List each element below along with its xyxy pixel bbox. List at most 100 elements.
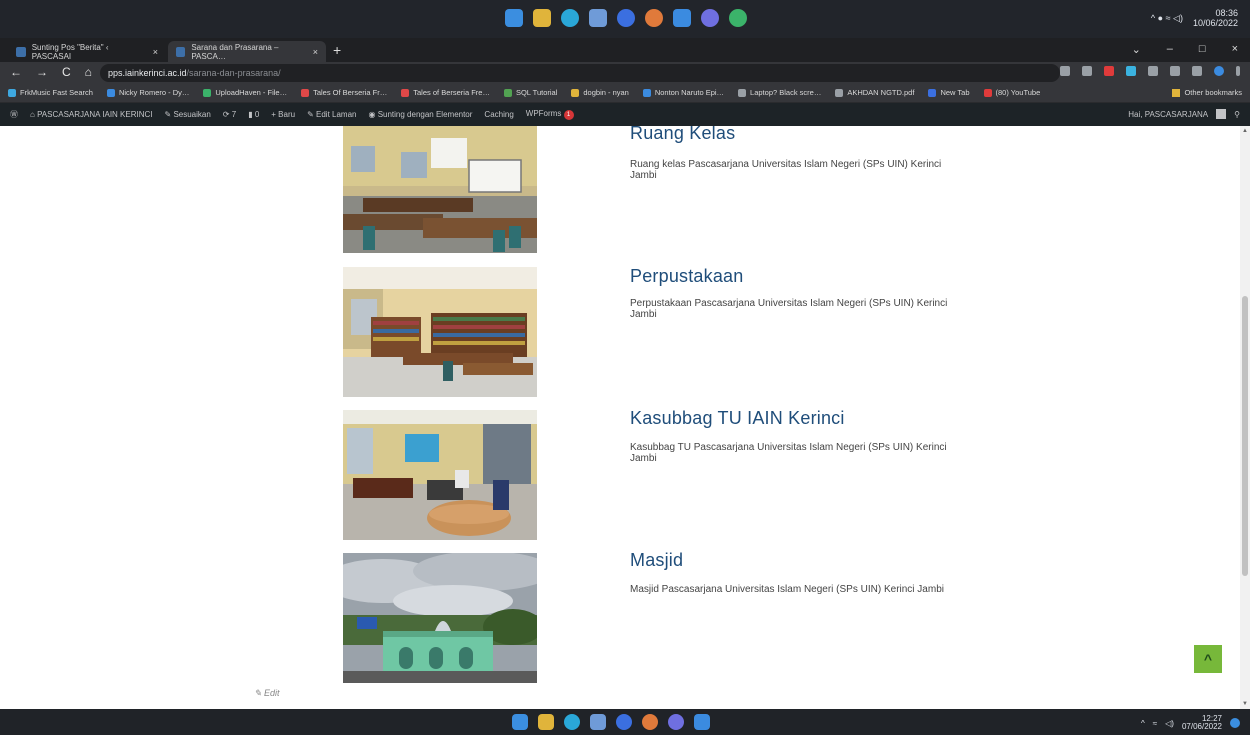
tab-close-icon[interactable]: × bbox=[153, 47, 158, 57]
edit-page-label: Edit Laman bbox=[316, 110, 357, 119]
bookmark-item[interactable]: AKHDAN NGTD.pdf bbox=[835, 88, 914, 97]
tray-chevron-icon[interactable]: ^ bbox=[1141, 719, 1145, 728]
bookmark-label: Laptop? Black scre… bbox=[750, 88, 822, 97]
vscode-icon[interactable] bbox=[694, 714, 710, 730]
home-button[interactable]: ⌂ bbox=[85, 65, 92, 79]
share-icon[interactable] bbox=[1060, 66, 1070, 76]
bookmark-item[interactable]: (80) YouTube bbox=[983, 88, 1040, 97]
tab-search-button[interactable]: ⌄ bbox=[1132, 43, 1141, 56]
discord-icon[interactable] bbox=[668, 714, 684, 730]
bookmark-favicon-icon bbox=[203, 88, 212, 97]
maximize-button[interactable]: □ bbox=[1199, 43, 1206, 56]
bookmark-item[interactable]: Tales Of Berseria Fr… bbox=[301, 88, 387, 97]
bookmark-item[interactable]: Nicky Romero - Dy… bbox=[106, 88, 189, 97]
bookmark-label: Tales Of Berseria Fr… bbox=[313, 88, 388, 97]
scroll-down-icon[interactable]: ▼ bbox=[1242, 701, 1248, 707]
tray-icons[interactable]: ^ ● ≈ ◁) bbox=[1151, 13, 1183, 24]
tab-sunting-pos[interactable]: Sunting Pos "Berita" ‹ PASCASAI × bbox=[8, 41, 166, 62]
network-icon[interactable]: ≈ bbox=[1153, 719, 1157, 728]
edge-icon[interactable] bbox=[564, 714, 580, 730]
caching-link[interactable]: Caching bbox=[484, 110, 513, 119]
edit-link[interactable]: ✎ Edit bbox=[254, 688, 280, 699]
url-path: /sarana-dan-prasarana/ bbox=[186, 68, 281, 78]
search-icon[interactable]: ⚲ bbox=[1234, 110, 1240, 119]
chrome-icon[interactable] bbox=[642, 714, 658, 730]
chrome-icon[interactable] bbox=[645, 9, 663, 27]
back-to-top-button[interactable]: ^ bbox=[1194, 645, 1222, 673]
notification-icon[interactable] bbox=[1230, 718, 1240, 728]
wordpress-logo-icon[interactable]: Ⓦ bbox=[10, 109, 18, 120]
star-icon[interactable] bbox=[1082, 66, 1092, 76]
facility-title: Masjid bbox=[630, 550, 684, 570]
vscode-icon[interactable] bbox=[673, 9, 691, 27]
avatar[interactable] bbox=[1216, 109, 1227, 119]
perpustakaan-photo bbox=[343, 267, 537, 397]
bookmark-item[interactable]: dogbin - nyan bbox=[571, 88, 629, 97]
volume-icon[interactable]: ◁) bbox=[1165, 719, 1174, 728]
extension-icon[interactable] bbox=[1148, 66, 1158, 76]
file-explorer-icon[interactable] bbox=[538, 714, 554, 730]
sidebar-icon[interactable] bbox=[1192, 66, 1202, 76]
other-bookmarks-label: Other bookmarks bbox=[1184, 88, 1242, 97]
discord-icon[interactable] bbox=[701, 9, 719, 27]
extension-icon[interactable] bbox=[1104, 66, 1114, 76]
facility-description: Masjid Pascasarjana Universitas Islam Ne… bbox=[630, 584, 944, 595]
new-content-link[interactable]: + Baru bbox=[271, 110, 295, 119]
bookmark-item[interactable]: UploadHaven - File… bbox=[203, 88, 287, 97]
telegram-icon[interactable] bbox=[617, 9, 635, 27]
spotify-icon[interactable] bbox=[729, 9, 747, 27]
new-tab-button[interactable]: + bbox=[333, 42, 341, 58]
bookmark-favicon-icon bbox=[928, 88, 937, 97]
minimize-button[interactable]: – bbox=[1167, 43, 1173, 56]
windows-taskbar: ^ ≈ ◁) 12:27 07/06/2022 bbox=[0, 709, 1250, 735]
puzzle-icon[interactable] bbox=[1170, 66, 1180, 76]
bookmark-item[interactable]: FrkMusic Fast Search bbox=[8, 88, 93, 97]
home-icon: ⌂ bbox=[30, 110, 38, 119]
site-name-label: PASCASARJANA IAIN KERINCI bbox=[37, 110, 153, 119]
wpforms-link[interactable]: WPForms 1 bbox=[526, 109, 574, 120]
url-host: pps.iainkerinci.ac.id bbox=[108, 68, 187, 78]
edit-page-link[interactable]: ✎ Edit Laman bbox=[307, 110, 356, 119]
other-bookmarks[interactable]: Other bookmarks bbox=[1172, 88, 1242, 97]
extension-icon[interactable] bbox=[1126, 66, 1136, 76]
outer-clock[interactable]: 08:36 10/06/2022 bbox=[1193, 8, 1238, 28]
address-bar[interactable]: pps.iainkerinci.ac.id/sarana-dan-prasara… bbox=[100, 64, 1060, 82]
tab-label: Sarana dan Prasarana – PASCA… bbox=[191, 42, 279, 61]
comments-link[interactable]: ▮ 0 bbox=[248, 110, 259, 119]
site-name-link[interactable]: ⌂ PASCASARJANA IAIN KERINCI bbox=[30, 110, 153, 119]
facility-title: Perpustakaan bbox=[630, 266, 744, 286]
store-icon[interactable] bbox=[590, 714, 606, 730]
back-button[interactable]: ← bbox=[10, 65, 22, 79]
edit-icon: ✎ bbox=[254, 688, 265, 698]
bookmark-label: FrkMusic Fast Search bbox=[20, 88, 93, 97]
bookmark-label: Tales of Berseria Fre… bbox=[413, 88, 490, 97]
bookmark-item[interactable]: SQL Tutorial bbox=[503, 88, 557, 97]
bookmark-item[interactable]: New Tab bbox=[928, 88, 970, 97]
clock[interactable]: 12:27 07/06/2022 bbox=[1182, 715, 1222, 731]
file-explorer-icon[interactable] bbox=[533, 9, 551, 27]
forward-button[interactable]: → bbox=[36, 65, 48, 79]
scroll-up-icon[interactable]: ▲ bbox=[1242, 128, 1248, 134]
user-greeting[interactable]: Hai, PASCASARJANA bbox=[1128, 110, 1208, 119]
bookmark-item[interactable]: Laptop? Black scre… bbox=[738, 88, 821, 97]
bookmark-item[interactable]: Tales of Berseria Fre… bbox=[401, 88, 490, 97]
customize-link[interactable]: ✎ Sesuaikan bbox=[165, 110, 211, 119]
tab-sarana-prasarana[interactable]: Sarana dan Prasarana – PASCA… × bbox=[168, 41, 326, 62]
tab-close-icon[interactable]: × bbox=[313, 47, 318, 57]
page-scrollbar[interactable]: ▲ ▼ bbox=[1240, 126, 1250, 709]
edge-icon[interactable] bbox=[561, 9, 579, 27]
store-icon[interactable] bbox=[589, 9, 607, 27]
telegram-icon[interactable] bbox=[616, 714, 632, 730]
browser-toolbar: ← → C ⌂ pps.iainkerinci.ac.id/sarana-dan… bbox=[0, 62, 1250, 84]
elementor-link[interactable]: ◉ Sunting dengan Elementor bbox=[368, 110, 472, 119]
close-window-button[interactable]: × bbox=[1232, 43, 1238, 56]
windows-start-icon[interactable] bbox=[505, 9, 523, 27]
extensions-area bbox=[1060, 66, 1240, 76]
scrollbar-thumb[interactable] bbox=[1242, 296, 1248, 576]
updates-link[interactable]: ⟳ 7 bbox=[223, 110, 236, 119]
menu-kebab-icon[interactable] bbox=[1236, 66, 1240, 76]
reload-button[interactable]: C bbox=[62, 65, 71, 79]
bookmark-item[interactable]: Nonton Naruto Epi… bbox=[642, 88, 724, 97]
profile-icon[interactable] bbox=[1214, 66, 1224, 76]
windows-start-icon[interactable] bbox=[512, 714, 528, 730]
